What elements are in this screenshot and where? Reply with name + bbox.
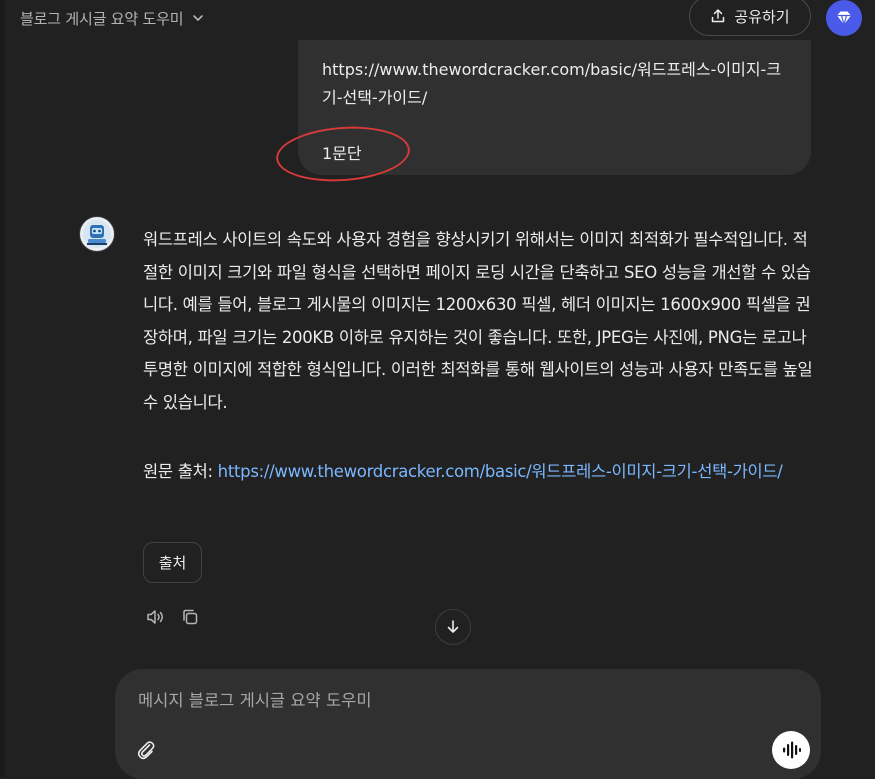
upgrade-button[interactable]: [826, 0, 862, 36]
paperclip-icon[interactable]: [134, 738, 158, 762]
chevron-down-icon: [193, 15, 204, 21]
user-message-url: https://www.thewordcracker.com/basic/워드프…: [322, 60, 782, 107]
speaker-icon[interactable]: [144, 606, 166, 628]
user-message-text: 1문단: [322, 144, 362, 163]
scroll-to-bottom-button[interactable]: [435, 609, 471, 645]
robot-avatar-icon: [83, 220, 111, 248]
voice-waveform-icon: [783, 741, 801, 759]
arrow-down-icon: [447, 620, 459, 633]
assistant-avatar: [79, 216, 115, 252]
share-label: 공유하기: [734, 7, 790, 26]
voice-mode-button[interactable]: [772, 731, 810, 769]
assistant-message-body: 워드프레스 사이트의 속도와 사용자 경험을 향상시키기 위해서는 이미지 최적…: [143, 230, 813, 412]
copy-icon[interactable]: [179, 606, 201, 628]
share-button[interactable]: 공유하기: [689, 0, 811, 36]
gpt-title: 블로그 게시글 요약 도우미: [20, 9, 184, 28]
left-sidebar-edge: [0, 0, 5, 777]
source-link[interactable]: https://www.thewordcracker.com/basic/워드프…: [218, 462, 783, 481]
message-input[interactable]: [136, 686, 700, 714]
user-message-bubble: https://www.thewordcracker.com/basic/워드프…: [298, 40, 811, 175]
source-label: 원문 출처:: [143, 462, 218, 481]
upload-icon: [712, 9, 725, 23]
assistant-source-line: 원문 출처: https://www.thewordcracker.com/ba…: [143, 456, 815, 488]
diamond-icon: [837, 11, 851, 27]
sources-button[interactable]: 출처: [143, 542, 202, 583]
gpt-title-dropdown[interactable]: 블로그 게시글 요약 도우미: [20, 6, 205, 30]
